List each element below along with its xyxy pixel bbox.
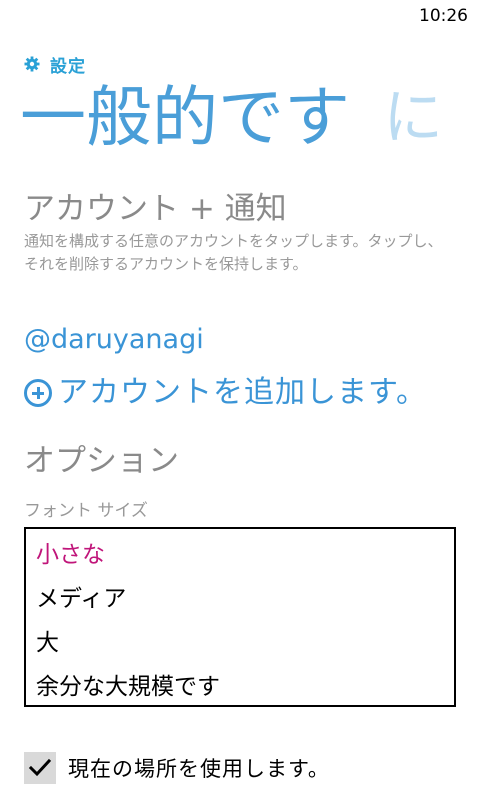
accounts-section: アカウント + 通知 通知を構成する任意のアカウントをタップします。タップし、そ… <box>24 190 456 276</box>
font-size-label-row: フォント サイズ <box>24 496 456 521</box>
font-size-label: フォント サイズ <box>24 501 148 521</box>
account-item-daruyanagi[interactable]: @daruyanagi <box>24 322 456 358</box>
accounts-header: アカウント + 通知 <box>24 191 287 227</box>
status-time: 10:26 <box>419 6 468 26</box>
account-list: @daruyanagi <box>24 322 456 358</box>
use-location-label: 現在の場所を使用します。 <box>68 757 330 781</box>
plus-circle-icon <box>24 379 52 407</box>
pivot-header: 一般的です に <box>20 78 480 168</box>
font-size-listbox[interactable]: 小さな メディア 大 余分な大規模です <box>24 527 456 707</box>
pivot-tab-next[interactable]: に <box>383 78 443 158</box>
options-section: オプション <box>24 442 456 480</box>
add-account-row: アカウントを追加します。 <box>24 374 456 412</box>
status-bar: 10:26 <box>0 0 480 32</box>
checkmark-icon <box>28 758 52 777</box>
app-header: 設定 <box>24 52 86 77</box>
add-account-button[interactable]: アカウントを追加します。 <box>24 374 456 412</box>
accounts-description: 通知を構成する任意のアカウントをタップします。タップし、それを削除するアカウント… <box>24 232 443 273</box>
options-header: オプション <box>24 443 179 479</box>
use-location-checkbox[interactable]: 現在の場所を使用します。 <box>24 752 330 784</box>
font-size-option-small[interactable]: 小さな <box>26 535 454 579</box>
font-size-option-large[interactable]: 大 <box>26 623 454 667</box>
checkbox-box[interactable] <box>24 752 56 784</box>
font-size-option-extra-large[interactable]: 余分な大規模です <box>26 667 454 711</box>
gear-icon <box>24 56 40 72</box>
app-title: 設定 <box>50 56 86 77</box>
pivot-tab-general[interactable]: 一般的です <box>20 78 350 158</box>
font-size-option-medium[interactable]: メディア <box>26 579 454 623</box>
add-account-label: アカウントを追加します。 <box>58 375 427 410</box>
